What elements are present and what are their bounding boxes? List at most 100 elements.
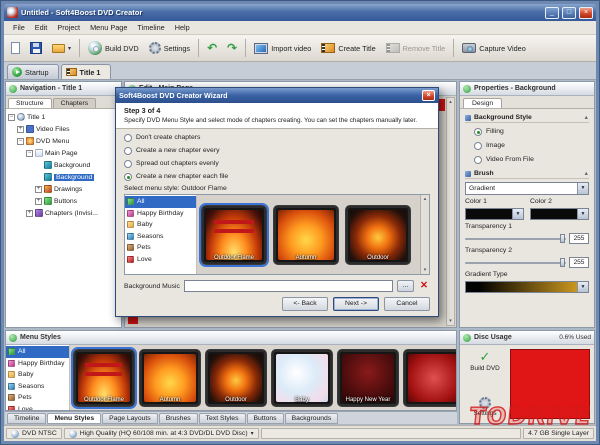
tab-menu-styles[interactable]: Menu Styles	[47, 413, 102, 424]
tab-backgrounds[interactable]: Backgrounds	[284, 413, 339, 424]
radio-filling[interactable]: Filling	[465, 126, 589, 137]
expand-icon[interactable]: +	[35, 197, 42, 205]
collapse-icon[interactable]: −	[17, 137, 24, 145]
slider-thumb[interactable]	[560, 258, 565, 267]
menu-menu-page[interactable]: Menu Page	[85, 22, 132, 33]
edit-scrollbar[interactable]: ▴ ▾	[446, 97, 455, 326]
back-button[interactable]: <- Back	[282, 297, 328, 311]
color2-swatch[interactable]: ▼	[530, 208, 589, 220]
build-dvd-button[interactable]: Build DVD	[84, 39, 143, 57]
scroll-up-icon[interactable]: ▴	[449, 99, 452, 105]
collapse-chevron-icon[interactable]: ▲	[584, 171, 589, 177]
category-pets[interactable]: Pets	[6, 392, 69, 404]
transparency1-value[interactable]: 255	[569, 233, 589, 244]
import-video-button[interactable]: Import video	[250, 41, 315, 56]
category-love[interactable]: Love	[125, 254, 196, 266]
style-outdoor[interactable]: Outdoor	[205, 348, 267, 407]
style-autumn[interactable]: Autumn	[273, 204, 339, 265]
save-project-button[interactable]	[26, 40, 46, 56]
radio-new-chapter-every[interactable]: Create a new chapter every	[124, 145, 430, 156]
tree-item-background-1[interactable]: Background	[6, 159, 121, 171]
color1-swatch[interactable]: ▼	[465, 208, 524, 220]
style-autumn[interactable]: Autumn	[139, 348, 201, 407]
collapse-icon[interactable]: −	[26, 149, 33, 157]
tab-brushes[interactable]: Brushes	[158, 413, 198, 424]
tab-chapters[interactable]: Chapters	[52, 98, 97, 108]
close-button[interactable]: ×	[579, 6, 593, 19]
menu-file[interactable]: File	[8, 22, 30, 33]
expand-icon[interactable]: +	[17, 125, 24, 133]
wizard-close-button[interactable]: ×	[422, 90, 435, 101]
collapse-icon[interactable]: −	[8, 113, 15, 121]
menu-help[interactable]: Help	[170, 22, 195, 33]
cancel-button[interactable]: Cancel	[384, 297, 430, 311]
tab-structure[interactable]: Structure	[8, 98, 52, 108]
open-project-button[interactable]: ▾	[48, 42, 75, 55]
expand-icon[interactable]: +	[35, 185, 42, 193]
menu-edit[interactable]: Edit	[30, 22, 53, 33]
radio-video-from-file[interactable]: Video From File	[465, 154, 589, 165]
new-project-button[interactable]	[7, 40, 24, 56]
create-title-button[interactable]: Create Title	[317, 41, 379, 55]
tree-item-video-files[interactable]: + Video Files	[6, 123, 121, 135]
background-style-section-header[interactable]: Background Style ▲	[465, 112, 589, 123]
expand-icon[interactable]: +	[26, 209, 33, 217]
transparency2-slider[interactable]	[465, 258, 566, 267]
scroll-down-icon[interactable]: ▾	[449, 318, 452, 324]
category-all[interactable]: All	[125, 196, 196, 208]
tab-page-layouts[interactable]: Page Layouts	[102, 413, 158, 424]
maximize-button[interactable]: □	[562, 6, 576, 19]
category-pets[interactable]: Pets	[125, 242, 196, 254]
style-outdoor-flame[interactable]: Outdoor Flame	[71, 346, 137, 409]
menu-project[interactable]: Project	[52, 22, 85, 33]
quality-select[interactable]: High Quality (HQ 60/108 min. at 4:3 DVD/…	[63, 428, 259, 439]
category-baby[interactable]: Baby	[125, 219, 196, 231]
style-outdoor[interactable]: Outdoor	[345, 204, 411, 265]
undo-button[interactable]: ↶	[203, 40, 221, 56]
category-all[interactable]: All	[6, 346, 69, 358]
radio-dont-create-chapters[interactable]: Don't create chapters	[124, 132, 430, 143]
category-love[interactable]: Love	[6, 404, 69, 410]
wizard-styles-scrollbar[interactable]: ▴ ▾	[420, 195, 429, 274]
style-baby[interactable]: Baby	[271, 348, 333, 407]
tree-item-background-2-selected[interactable]: Background	[6, 171, 121, 183]
tree-item-main-page[interactable]: − Main Page	[6, 147, 121, 159]
next-button[interactable]: Next ->	[333, 297, 379, 311]
settings-button[interactable]: Settings	[473, 397, 497, 417]
category-happy-birthday[interactable]: Happy Birthday	[125, 208, 196, 220]
background-music-input[interactable]	[183, 280, 393, 292]
tab-text-styles[interactable]: Text Styles	[198, 413, 246, 424]
radio-chapter-each-file[interactable]: Create a new chapter each file	[124, 171, 430, 182]
menu-timeline[interactable]: Timeline	[132, 22, 169, 33]
transparency2-value[interactable]: 255	[569, 257, 589, 268]
radio-spread-chapters[interactable]: Spread out chapters evenly	[124, 158, 430, 169]
remove-music-button[interactable]: ✕	[418, 280, 430, 292]
tab-timeline[interactable]: Timeline	[7, 413, 47, 424]
category-baby[interactable]: Baby	[6, 369, 69, 381]
redo-button[interactable]: ↷	[223, 40, 241, 56]
category-happy-birthday[interactable]: Happy Birthday	[6, 358, 69, 370]
build-dvd-button[interactable]: ✓ Build DVD	[470, 351, 499, 372]
tree-item-title-1[interactable]: − Title 1	[6, 111, 121, 123]
scroll-down-icon[interactable]: ▾	[421, 267, 429, 273]
tab-startup[interactable]: Startup	[7, 64, 59, 79]
radio-image[interactable]: Image	[465, 140, 589, 151]
tree-item-chapters[interactable]: + Chapters (Invisi...	[6, 207, 121, 219]
tab-buttons[interactable]: Buttons	[246, 413, 284, 424]
settings-button[interactable]: Settings	[145, 40, 194, 56]
tab-design[interactable]: Design	[463, 98, 503, 108]
tree-item-dvd-menu[interactable]: − DVD Menu	[6, 135, 121, 147]
tree-item-drawings[interactable]: + Drawings	[6, 183, 121, 195]
style-partial[interactable]	[403, 348, 456, 407]
minimize-button[interactable]: _	[545, 6, 559, 19]
gradient-type-swatch[interactable]: ▼	[465, 281, 589, 293]
brush-section-header[interactable]: Brush ▲	[465, 168, 589, 179]
browse-music-button[interactable]: ...	[397, 280, 414, 292]
transparency1-slider[interactable]	[465, 234, 566, 243]
style-happy-new-year[interactable]: Happy New Year	[337, 348, 399, 407]
brush-type-select[interactable]: Gradient ▼	[465, 182, 589, 195]
slider-thumb[interactable]	[560, 234, 565, 243]
category-seasons[interactable]: Seasons	[6, 381, 69, 393]
collapse-chevron-icon[interactable]: ▲	[584, 115, 589, 121]
category-seasons[interactable]: Seasons	[125, 231, 196, 243]
